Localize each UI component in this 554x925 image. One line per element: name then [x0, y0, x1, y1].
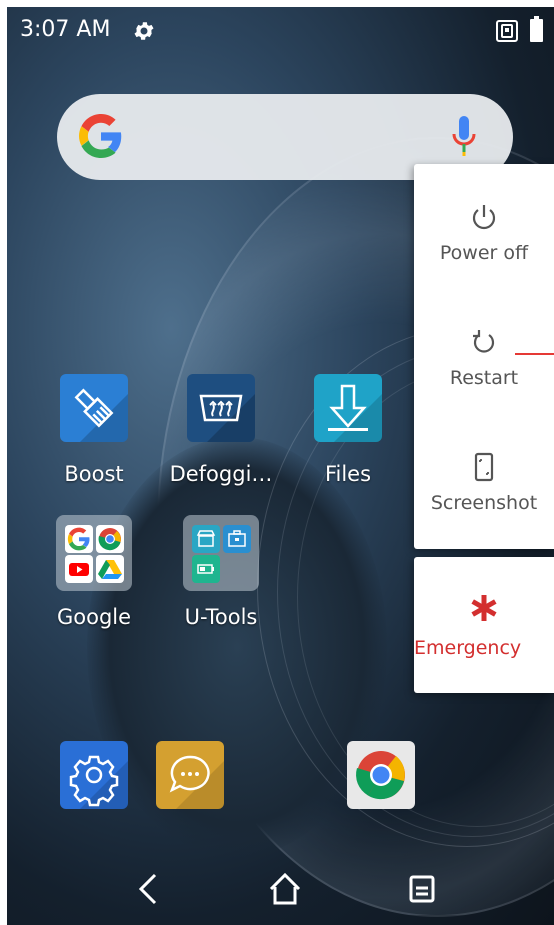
- app-label: Files: [324, 462, 372, 486]
- gear-icon: [134, 22, 154, 40]
- broom-icon: [60, 374, 128, 442]
- wallpaper-shadow: [87, 437, 387, 857]
- home-icon[interactable]: [263, 867, 307, 911]
- restart-button[interactable]: Restart: [414, 289, 554, 414]
- power-off-button[interactable]: Power off: [414, 164, 554, 289]
- google-g-icon: [79, 114, 122, 158]
- chrome-app[interactable]: [347, 741, 415, 809]
- power-icon: [472, 205, 496, 230]
- store-icon: [192, 525, 220, 553]
- chat-bubble-icon: [169, 755, 224, 809]
- defog-icon: [187, 374, 255, 442]
- drive-icon: [96, 555, 124, 583]
- asterisk-icon: [471, 595, 497, 621]
- screenshot-button[interactable]: Screenshot: [414, 414, 554, 539]
- nfc-icon: [496, 20, 518, 42]
- red-indicator-line: [515, 353, 554, 355]
- google-icon: [65, 525, 93, 553]
- navigation-bar: [7, 855, 554, 925]
- folder-icon: [56, 515, 132, 591]
- gear-icon: [69, 755, 128, 809]
- toolbox-icon: [223, 525, 251, 553]
- app-boost[interactable]: Boost: [34, 374, 154, 486]
- settings-app[interactable]: [60, 741, 128, 809]
- app-label: Defoggi…: [169, 462, 273, 486]
- clock: 3:07 AM: [20, 17, 111, 42]
- folder-icon: [183, 515, 259, 591]
- mic-icon[interactable]: [449, 114, 479, 160]
- status-bar: 3:07 AM: [7, 7, 554, 55]
- app-defogging[interactable]: Defoggi…: [161, 374, 281, 486]
- folder-u-tools[interactable]: U-Tools: [161, 515, 281, 629]
- folder-google[interactable]: Google: [34, 515, 154, 629]
- messages-app[interactable]: [156, 741, 224, 809]
- emergency-button[interactable]: Emergency: [414, 557, 554, 693]
- screenshot-icon: [474, 452, 494, 482]
- back-icon[interactable]: [127, 867, 171, 911]
- emergency-label: Emergency: [414, 637, 522, 659]
- download-arrow-icon: [314, 374, 382, 442]
- chrome-icon: [96, 525, 124, 553]
- app-label: Boost: [64, 462, 124, 486]
- folder-label: U-Tools: [184, 605, 258, 629]
- battery-app-icon: [192, 555, 220, 583]
- recents-icon[interactable]: [401, 867, 445, 911]
- app-files[interactable]: Files: [288, 374, 408, 486]
- home-screen: 3:07 AM Boost Defoggi… Files Google U-To…: [7, 7, 554, 925]
- battery-icon: [530, 16, 543, 42]
- restart-label: Restart: [449, 367, 519, 389]
- chrome-icon: [356, 751, 405, 800]
- restart-icon: [473, 330, 495, 353]
- power-menu: Power off Restart Screenshot: [414, 164, 554, 549]
- power-off-label: Power off: [439, 242, 529, 264]
- folder-label: Google: [56, 605, 132, 629]
- youtube-icon: [65, 555, 93, 583]
- screenshot-label: Screenshot: [430, 492, 538, 514]
